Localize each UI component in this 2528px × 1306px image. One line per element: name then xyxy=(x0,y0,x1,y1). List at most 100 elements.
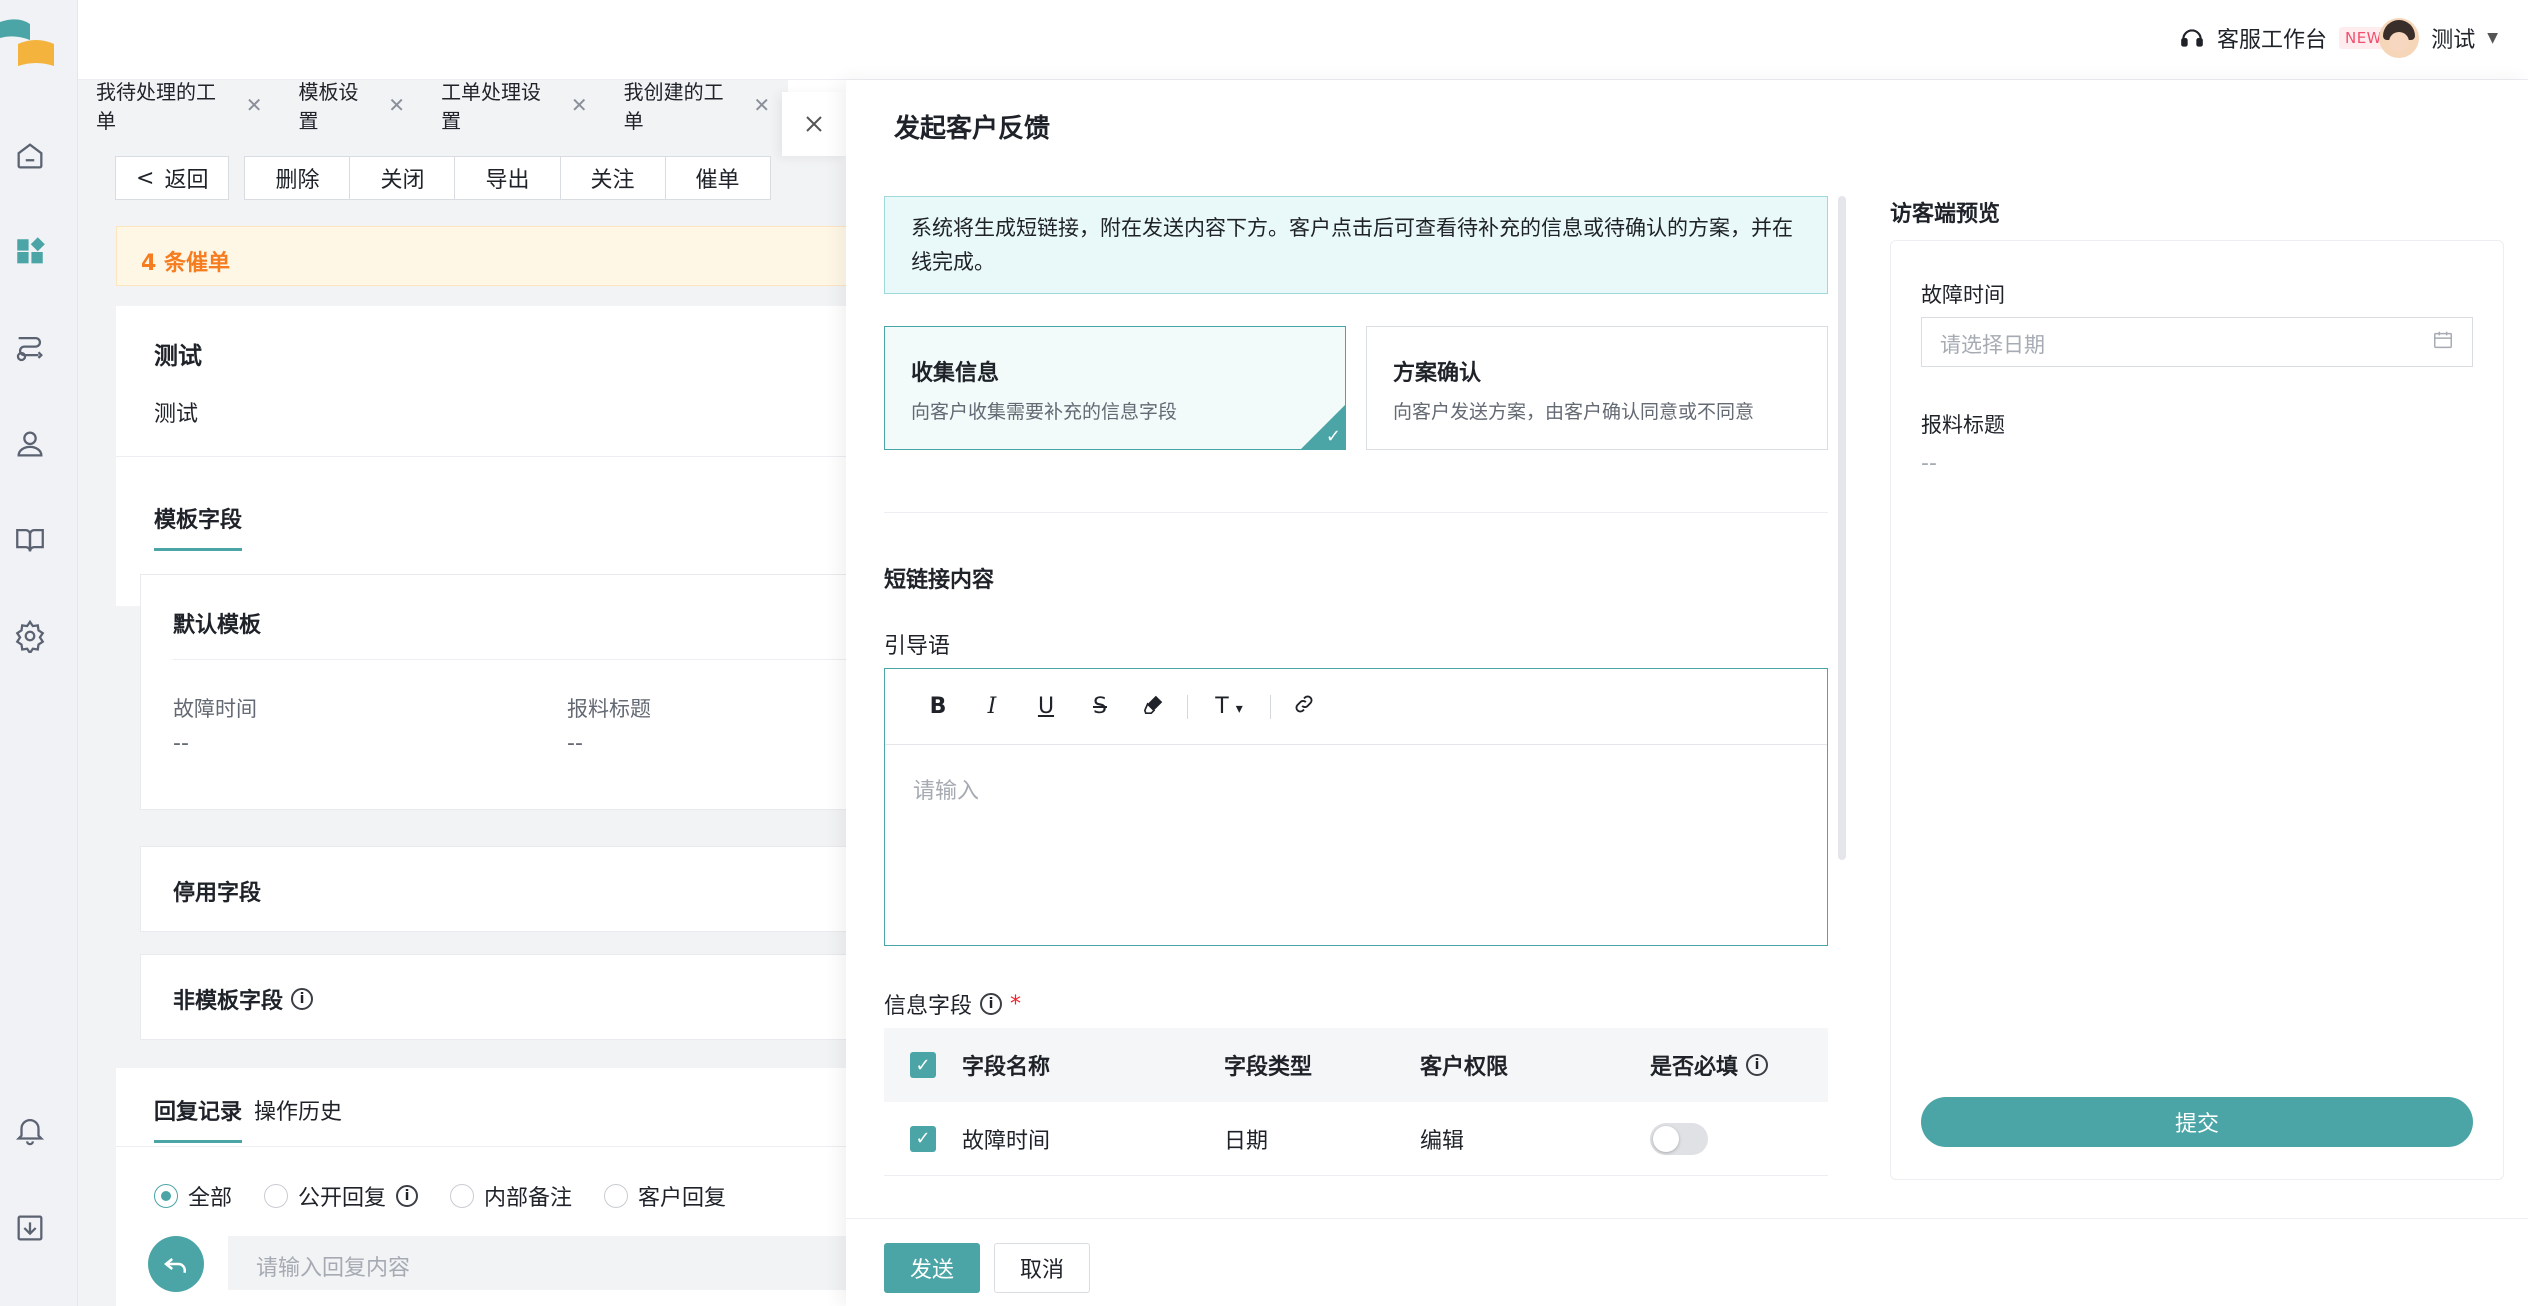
flow-icon[interactable] xyxy=(12,330,48,366)
font-size-icon[interactable]: T ▾ xyxy=(1194,694,1264,719)
field-name: 故障时间 xyxy=(962,1128,1051,1154)
ticket-desc: 测试 xyxy=(154,402,199,427)
radio-label: 全部 xyxy=(188,1186,233,1211)
top-bar: 客服工作台 NEW 测试 ▼ xyxy=(78,0,2528,80)
tab-template-settings[interactable]: 模板设置 ✕ xyxy=(280,80,423,133)
filter-public[interactable]: 公开回复 i xyxy=(264,1180,419,1212)
left-rail xyxy=(0,0,78,1306)
close-icon[interactable]: ✕ xyxy=(246,93,263,117)
info-fields-table: ✓ 字段名称 字段类型 客户权限 是否必填 i ✓ 故障时间 日期 编辑 xyxy=(884,1028,1828,1176)
home-icon[interactable] xyxy=(12,138,48,174)
tab-my-pending[interactable]: 我待处理的工单 ✕ xyxy=(78,80,280,133)
chevron-left-icon: < xyxy=(136,165,155,191)
reply-input[interactable]: 请输入回复内容 xyxy=(228,1236,856,1290)
send-button[interactable]: 发送 xyxy=(884,1243,980,1293)
strikethrough-icon[interactable]: S xyxy=(1073,694,1127,719)
divider xyxy=(884,512,1828,513)
info-icon[interactable]: i xyxy=(396,1185,419,1207)
cancel-button[interactable]: 取消 xyxy=(994,1243,1090,1293)
follow-button[interactable]: 关注 xyxy=(559,156,666,200)
delete-button[interactable]: 删除 xyxy=(244,156,351,200)
divider xyxy=(173,659,853,660)
chevron-down-icon: ▼ xyxy=(2487,30,2498,46)
required-toggle[interactable] xyxy=(1650,1122,1708,1155)
card-title: 非模板字段 xyxy=(173,989,284,1014)
user-icon[interactable] xyxy=(12,426,48,462)
column-header: 是否必填 xyxy=(1650,1055,1739,1080)
book-icon[interactable] xyxy=(12,522,48,558)
select-all-checkbox[interactable]: ✓ xyxy=(910,1052,936,1078)
non-template-fields-card[interactable]: 非模板字段 i xyxy=(140,954,856,1040)
link-icon[interactable] xyxy=(1277,693,1331,721)
filter-customer[interactable]: 客户回复 xyxy=(604,1180,726,1212)
table-header: ✓ 字段名称 字段类型 客户权限 是否必填 i xyxy=(884,1028,1828,1102)
editor-input[interactable]: 请输入 xyxy=(885,745,1827,833)
underline-icon[interactable]: U xyxy=(1019,694,1073,719)
dashboard-icon[interactable] xyxy=(12,234,48,270)
filter-internal[interactable]: 内部备注 xyxy=(450,1180,572,1212)
submit-button[interactable]: 提交 xyxy=(1921,1097,2473,1147)
required-mark: * xyxy=(1010,991,1022,1017)
tab-label: 我创建的工单 xyxy=(623,80,724,133)
tab-my-created[interactable]: 我创建的工单 ✕ xyxy=(606,80,789,133)
scrollbar[interactable] xyxy=(1838,196,1846,860)
row-checkbox[interactable]: ✓ xyxy=(910,1125,936,1152)
rich-text-editor: B I U S T ▾ 请输入 xyxy=(884,668,1828,946)
option-desc: 向客户发送方案，由客户确认同意或不同意 xyxy=(1393,401,1755,423)
bell-icon[interactable] xyxy=(12,1112,48,1148)
close-icon xyxy=(806,116,822,132)
field-value: -- xyxy=(173,731,189,756)
back-button[interactable]: < 返回 xyxy=(115,156,230,200)
export-button[interactable]: 导出 xyxy=(454,156,561,200)
user-name: 测试 xyxy=(2431,28,2476,53)
close-button[interactable]: 关闭 xyxy=(349,156,456,200)
close-icon[interactable]: ✕ xyxy=(571,93,588,117)
italic-icon[interactable]: I xyxy=(965,694,1019,719)
drawer-title: 发起客户反馈 xyxy=(894,114,1051,144)
preview-field-value: -- xyxy=(1921,451,1937,476)
ticket-title: 测试 xyxy=(154,342,202,370)
bold-icon[interactable]: B xyxy=(911,694,965,719)
option-collect-info[interactable]: 收集信息 向客户收集需要补充的信息字段 ✓ xyxy=(884,326,1346,450)
tab-operation-history[interactable]: 操作历史 xyxy=(254,1094,342,1126)
visitor-preview: 访客端预览 故障时间 请选择日期 报料标题 -- 提交 xyxy=(1890,196,2504,1180)
urge-alert[interactable]: 4 条催单 xyxy=(116,226,856,286)
settings-icon[interactable] xyxy=(12,618,48,654)
table-row: ✓ 故障时间 日期 编辑 xyxy=(884,1102,1828,1176)
workspace-link[interactable]: 客服工作台 NEW xyxy=(2179,22,2388,54)
drawer-close-button[interactable] xyxy=(782,92,846,156)
ticket-detail: < 返回 删除 关闭 导出 关注 催单 4 条催单 测试 测试 模板字段 默认模板… xyxy=(78,130,856,1306)
info-fields-label: 信息字段 i * xyxy=(884,988,1021,1020)
app-logo[interactable] xyxy=(0,14,58,72)
tab-label: 我待处理的工单 xyxy=(96,80,216,133)
tab-template-fields[interactable]: 模板字段 xyxy=(154,502,243,551)
field-type: 日期 xyxy=(1224,1128,1269,1154)
toolbar-separator xyxy=(1187,694,1188,719)
date-picker[interactable]: 请选择日期 xyxy=(1921,317,2473,367)
preview-card: 故障时间 请选择日期 报料标题 -- 提交 xyxy=(1890,240,2504,1180)
user-menu[interactable]: 测试 ▼ xyxy=(2379,18,2498,58)
drawer-footer: 发送 取消 xyxy=(846,1218,2528,1306)
info-icon[interactable]: i xyxy=(1746,1054,1769,1076)
label-text: 信息字段 xyxy=(884,994,973,1019)
filter-all[interactable]: 全部 xyxy=(154,1180,232,1212)
tab-reply-records[interactable]: 回复记录 xyxy=(154,1094,243,1143)
info-icon[interactable]: i xyxy=(291,988,314,1010)
tab-processing-settings[interactable]: 工单处理设置 ✕ xyxy=(423,80,606,133)
disabled-fields-card[interactable]: 停用字段 xyxy=(140,846,856,932)
download-icon[interactable] xyxy=(12,1210,48,1246)
option-plan-confirm[interactable]: 方案确认 向客户发送方案，由客户确认同意或不同意 xyxy=(1366,326,1828,450)
notice-banner: 系统将生成短链接，附在发送内容下方。客户点击后可查看待补充的信息或待确认的方案，… xyxy=(884,196,1828,294)
option-desc: 向客户收集需要补充的信息字段 xyxy=(911,401,1178,423)
eraser-icon[interactable] xyxy=(1127,693,1181,721)
preview-title: 访客端预览 xyxy=(1890,202,2001,227)
close-icon[interactable]: ✕ xyxy=(753,93,770,117)
editor-toolbar: B I U S T ▾ xyxy=(885,669,1827,745)
guide-label: 引导语 xyxy=(884,634,951,659)
column-header: 字段名称 xyxy=(962,1055,1051,1080)
urge-button[interactable]: 催单 xyxy=(664,156,771,200)
close-icon[interactable]: ✕ xyxy=(388,93,405,117)
info-icon[interactable]: i xyxy=(980,993,1003,1015)
workspace-label: 客服工作台 xyxy=(2216,28,2327,53)
reply-icon[interactable] xyxy=(148,1236,204,1292)
